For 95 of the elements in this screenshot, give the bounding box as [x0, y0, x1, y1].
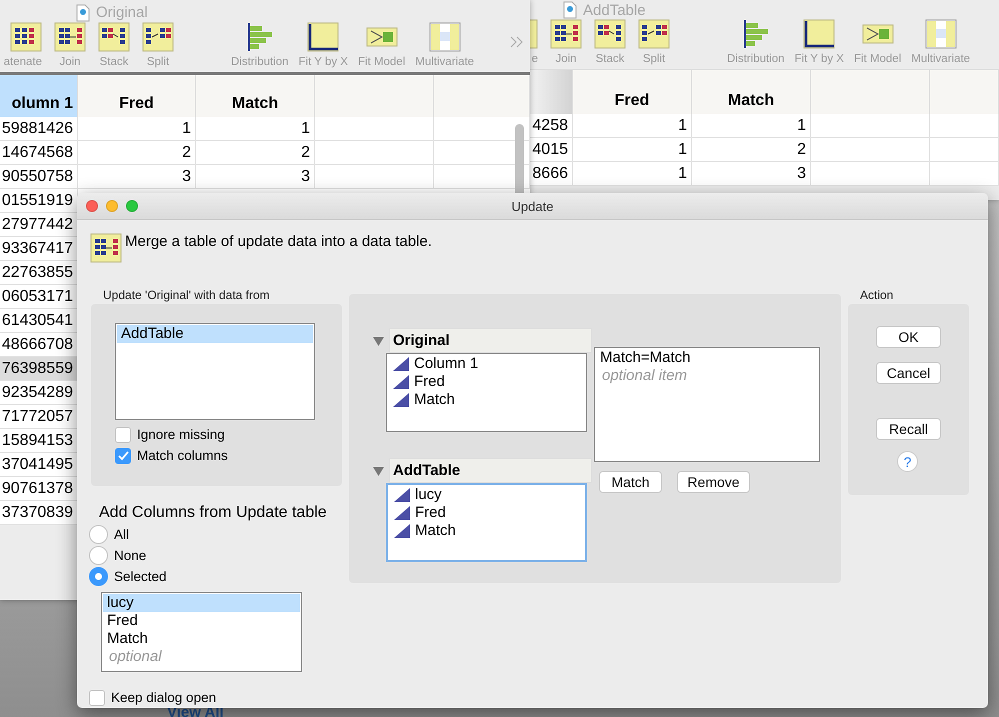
table-cell: 4015 [530, 138, 573, 162]
column-header[interactable]: Fred [78, 75, 196, 117]
axes-icon [803, 19, 836, 49]
split-icon [142, 22, 174, 52]
section-label: Update 'Original' with data from [103, 288, 271, 302]
column-header[interactable] [930, 70, 999, 114]
table-join-icon [550, 19, 582, 49]
axes-icon [307, 22, 340, 52]
table-cell: 3 [692, 162, 811, 186]
grid-icon [924, 19, 957, 49]
column-header[interactable]: Fred [573, 70, 692, 114]
table-cell: 1 [573, 138, 692, 162]
placeholder-text: optional item [601, 367, 688, 385]
stack-icon [594, 19, 626, 49]
table-cell [930, 114, 999, 138]
dialog-title: Update [512, 198, 554, 214]
continuous-column-icon [392, 392, 410, 408]
dialog-button[interactable]: Remove [677, 471, 750, 493]
column-header[interactable] [530, 70, 573, 114]
table-join-icon [90, 233, 122, 263]
continuous-column-icon [393, 505, 411, 521]
column-header[interactable] [315, 75, 434, 117]
column-list[interactable]: lucy Fred Match [386, 483, 587, 562]
table-cell: 01551919 [0, 189, 78, 213]
column-header[interactable]: olumn 1 [0, 75, 78, 117]
table-section-header[interactable]: AddTable [389, 458, 592, 483]
placeholder-text: optional [108, 648, 163, 666]
close-icon[interactable] [86, 200, 98, 212]
table-cell: 1 [78, 117, 196, 141]
dialog-button[interactable]: Recall [876, 418, 941, 440]
dialog-button[interactable]: Cancel [876, 362, 941, 384]
section-heading: Add Columns from Update table [99, 504, 328, 522]
table-cell [930, 138, 999, 162]
table-cell: 1 [692, 114, 811, 138]
column-name[interactable]: Match [414, 391, 455, 409]
continuous-column-icon [393, 523, 411, 539]
table-cell: 14674568 [0, 141, 78, 165]
table-cell: 4258 [530, 114, 573, 138]
table-cell: 2 [196, 141, 315, 165]
table-cell: 1 [573, 162, 692, 186]
check-icon [118, 450, 128, 460]
table-cell: 1 [196, 117, 315, 141]
section-label: Action [860, 288, 894, 302]
help-button[interactable]: ? [897, 451, 918, 472]
list-item[interactable]: AddTable [117, 325, 313, 343]
checkbox[interactable]: Ignore missing [115, 424, 342, 445]
match-pair[interactable]: Match=Match [596, 349, 818, 367]
table-cell: 2 [78, 141, 196, 165]
radio-button[interactable]: All [89, 524, 342, 545]
table-cell: 3 [78, 165, 196, 189]
column-list[interactable]: Column 1 Fred Match [386, 353, 587, 432]
table-cell: 1 [573, 114, 692, 138]
table-stack-icon [10, 22, 42, 52]
column-name[interactable]: lucy [415, 486, 442, 504]
window-title: Original [96, 4, 148, 21]
table-cell: 3 [196, 165, 315, 189]
list-item[interactable]: lucy [103, 594, 300, 612]
table-cell: 76398559 [0, 357, 78, 381]
list-item[interactable]: Match [103, 630, 300, 648]
disclosure-triangle-icon[interactable] [373, 466, 384, 476]
column-name[interactable]: Fred [415, 504, 446, 522]
window-title: AddTable [583, 2, 646, 18]
radio-button[interactable]: None [89, 545, 342, 566]
split-icon [638, 19, 670, 49]
disclosure-triangle-icon[interactable] [373, 336, 384, 346]
table-join-icon [54, 22, 86, 52]
column-header[interactable]: Match [196, 75, 315, 117]
minimize-icon[interactable] [106, 200, 118, 212]
chevron-icon[interactable] [510, 36, 524, 48]
document-icon [563, 1, 577, 19]
column-name[interactable]: Column 1 [414, 355, 478, 373]
column-header[interactable]: Match [692, 70, 811, 114]
column-name[interactable]: Fred [414, 373, 445, 391]
document-icon [76, 4, 90, 22]
table-cell: 8666 [530, 162, 573, 186]
table-cell: 2 [692, 138, 811, 162]
checkbox[interactable]: Keep dialog open [89, 687, 342, 708]
dialog-button[interactable]: Match [599, 471, 662, 493]
radio-button[interactable]: Selected [89, 566, 342, 587]
column-header[interactable] [434, 75, 530, 117]
continuous-column-icon [392, 356, 410, 372]
table-cell: 59881426 [0, 117, 78, 141]
stack-icon [98, 22, 130, 52]
table-cell: 90550758 [0, 165, 78, 189]
dialog-description: Merge a table of update data into a data table. [125, 233, 432, 250]
column-header[interactable] [811, 70, 930, 114]
grid-icon [428, 22, 461, 52]
continuous-column-icon [392, 374, 410, 390]
table-section-header[interactable]: Original [389, 328, 592, 353]
zoom-icon[interactable] [126, 200, 138, 212]
dialog-button[interactable]: OK [876, 326, 941, 348]
list-item[interactable]: Fred [103, 612, 300, 630]
column-name[interactable]: Match [415, 522, 456, 540]
checkbox[interactable]: Match columns [115, 445, 342, 466]
continuous-column-icon [393, 487, 411, 503]
